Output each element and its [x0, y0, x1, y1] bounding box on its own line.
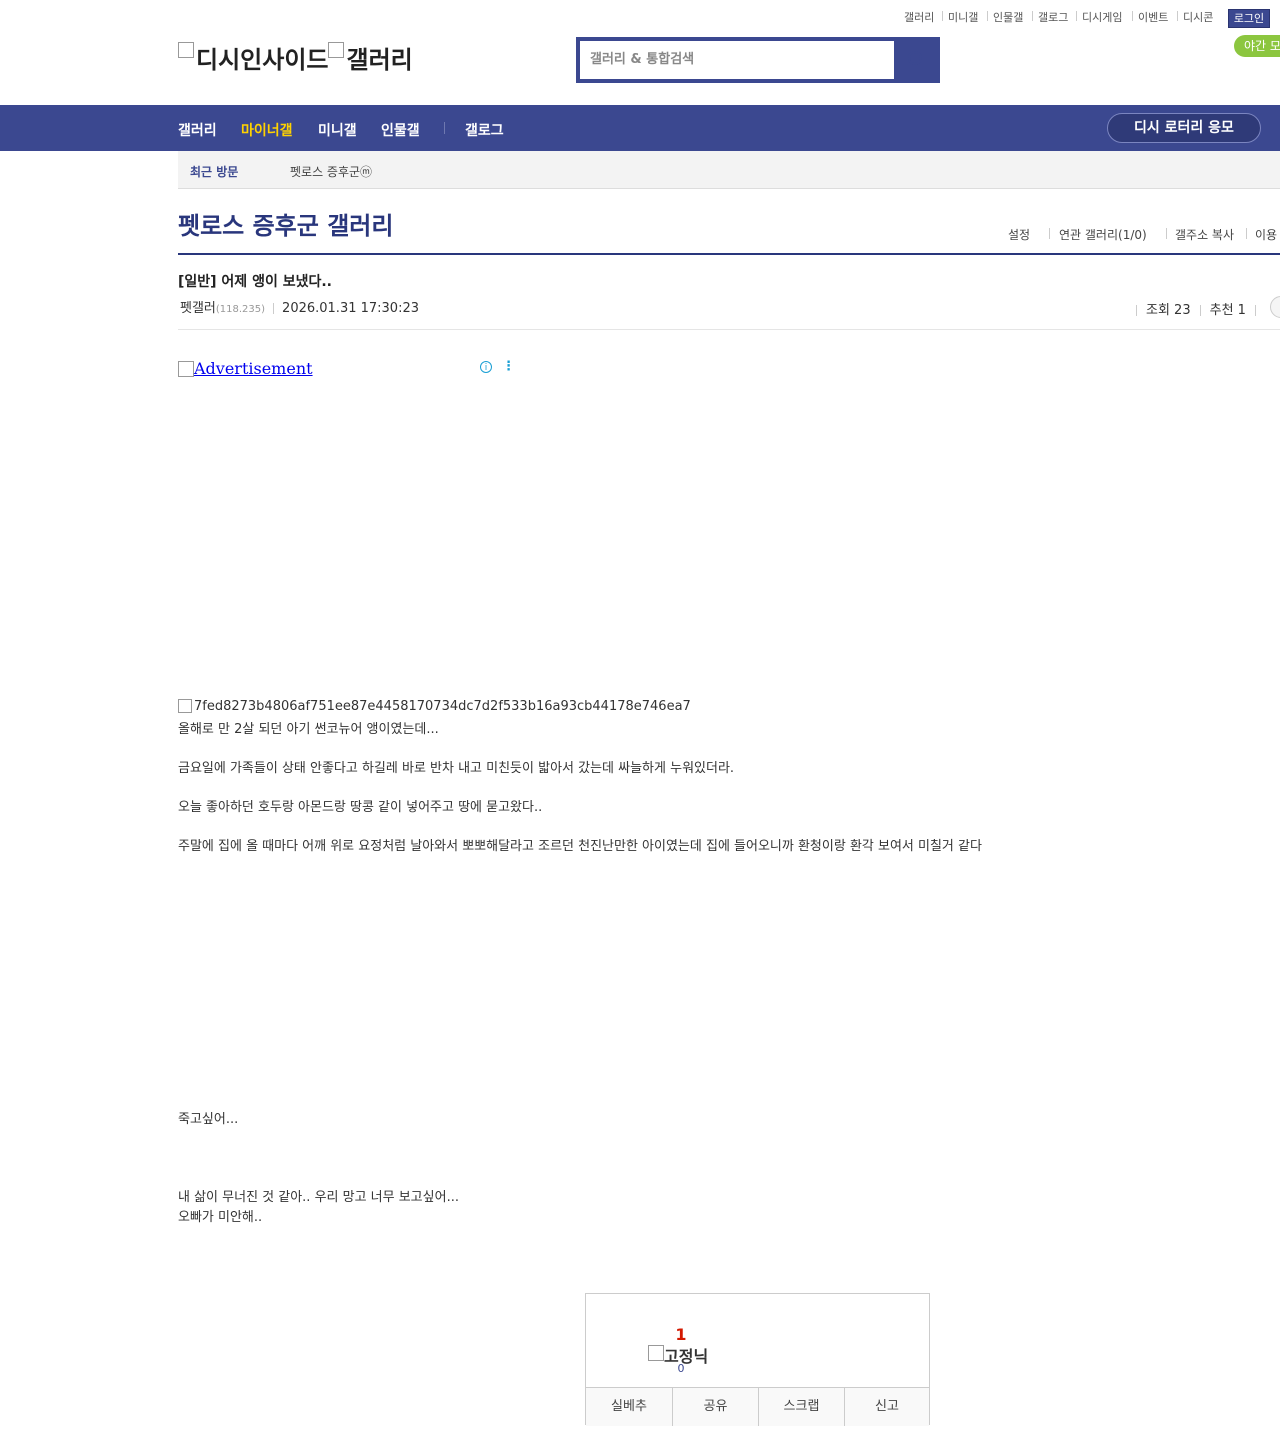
toplink-dccon[interactable]: 디시콘: [1183, 9, 1213, 25]
info-icon[interactable]: i: [480, 361, 492, 373]
more-options-button[interactable]: [1270, 296, 1280, 318]
fixed-nick-count: 0: [677, 1362, 685, 1375]
broken-image-icon: [178, 699, 192, 713]
recent-visit-item[interactable]: 펫로스 증후군ⓜ: [290, 163, 372, 180]
toplink-gallog[interactable]: 갤로그: [1038, 9, 1068, 25]
post-paragraph: 오빠가 미안해..: [178, 1210, 263, 1225]
recommend-box: 1 고정닉 0 실베추 공유 스크랩 신고: [585, 1293, 930, 1426]
nav-minigall[interactable]: 미니갤: [318, 120, 357, 140]
copy-gallery-url-link[interactable]: 갤주소 복사: [1175, 226, 1234, 243]
post-datetime: 2026.01.31 17:30:23: [282, 301, 419, 316]
divider: [1136, 305, 1137, 316]
divider: [987, 11, 988, 21]
post-meta: 펫갤러(118.235) 2026.01.31 17:30:23: [180, 297, 419, 316]
gallery-title[interactable]: 펫로스 증후군 갤러리: [178, 206, 393, 241]
divider: [1032, 11, 1033, 21]
divider: [1254, 305, 1256, 316]
divider: [178, 253, 1280, 255]
top-links: 갤러리 미니갤 인물갤 갤로그 디시게임 이벤트 디시콘: [0, 9, 1280, 27]
night-mode-toggle[interactable]: 야간 모: [1234, 35, 1280, 57]
post-stats: 조회 23 추천 1: [1136, 299, 1265, 318]
recent-visit-bar: 최근 방문 펫로스 증후군ⓜ: [178, 151, 1280, 189]
post-views: 조회 23: [1146, 303, 1191, 318]
search-button[interactable]: [898, 41, 936, 79]
post-paragraph: 죽고싶어...: [178, 1112, 239, 1127]
post-title: [일반] 어제 앵이 보냈다..: [178, 274, 332, 290]
divider: [1132, 11, 1133, 21]
lotto-button[interactable]: 디시 로터리 응모: [1107, 113, 1261, 143]
divider: [1076, 11, 1077, 21]
recent-visit-label[interactable]: 최근 방문: [190, 163, 238, 180]
toplink-persongall[interactable]: 인물갤: [993, 9, 1023, 25]
logo-site-text: 디시인사이드: [196, 46, 329, 74]
divider: [1246, 228, 1247, 239]
site-logo[interactable]: 디시인사이드 갤러리: [178, 40, 413, 75]
login-button[interactable]: 로그인: [1228, 9, 1270, 28]
search-input[interactable]: 갤러리 & 통합검색: [580, 41, 894, 79]
divider: [1199, 305, 1201, 316]
broken-image-icon: [178, 361, 194, 377]
nav-gallery[interactable]: 갤러리: [178, 120, 217, 140]
post-image[interactable]: 7fed8273b4806af751ee87e4458170734dc7d2f5…: [178, 699, 691, 714]
broken-image-icon: [178, 42, 194, 58]
advertisement-link[interactable]: Advertisement: [178, 359, 313, 378]
divider: [178, 329, 1280, 330]
divider: [1049, 228, 1050, 239]
divider: [273, 303, 275, 314]
divider: [1166, 228, 1167, 239]
toplink-gallery[interactable]: 갤러리: [904, 9, 934, 25]
post-recommend-count: 추천 1: [1209, 303, 1246, 318]
search-bar: 갤러리 & 통합검색: [576, 37, 940, 83]
post-paragraph: 금요일에 가족들이 상태 안좋다고 하길레 바로 반차 내고 미친듯이 밟아서 …: [178, 761, 735, 776]
toplink-minigall[interactable]: 미니갤: [948, 9, 978, 25]
post-author[interactable]: 펫갤러: [180, 301, 216, 316]
related-gallery-link[interactable]: 연관 갤러리(1/0): [1059, 226, 1147, 243]
post-paragraph: 내 삶이 무너진 것 같아.. 우리 망고 너무 보고싶어...: [178, 1190, 459, 1205]
recommend-up-count: 1: [675, 1325, 687, 1344]
post-paragraph: 올해로 만 2살 되던 아기 썬코뉴어 앵이였는데...: [178, 722, 439, 737]
toplink-event[interactable]: 이벤트: [1138, 9, 1168, 25]
toplink-dcgame[interactable]: 디시게임: [1082, 9, 1122, 25]
recommend-actions: 실베추 공유 스크랩 신고: [586, 1387, 929, 1426]
report-button[interactable]: 신고: [845, 1388, 929, 1426]
advertisement-alt: Advertisement: [194, 359, 313, 378]
scrap-button[interactable]: 스크랩: [759, 1388, 844, 1426]
nav-minorgall[interactable]: 마이너갤: [241, 120, 293, 140]
usage-link[interactable]: 이용: [1255, 226, 1277, 243]
divider: [444, 122, 445, 134]
divider: [942, 11, 943, 21]
nav-persongall[interactable]: 인물갤: [381, 120, 420, 140]
gallery-settings-link[interactable]: 설정: [1008, 226, 1030, 243]
logo-section-text: 갤러리: [346, 46, 413, 74]
search-icon: [908, 51, 922, 65]
more-vertical-icon[interactable]: ⋮: [502, 360, 515, 374]
post-paragraph: 오늘 좋아하던 호두랑 아몬드랑 땅콩 같이 넣어주고 땅에 묻고왔다..: [178, 800, 543, 815]
main-nav: 갤러리 마이너갤 미니갤 인물갤 갤로그 디시 로터리 응모: [0, 105, 1280, 151]
post-author-ip: (118.235): [215, 304, 266, 315]
share-button[interactable]: 공유: [673, 1388, 758, 1426]
post-image-alt: 7fed8273b4806af751ee87e4458170734dc7d2f5…: [194, 699, 691, 714]
best-recommend-button[interactable]: 실베추: [586, 1388, 672, 1426]
nav-gallog[interactable]: 갤로그: [465, 120, 504, 140]
post-paragraph: 주말에 집에 올 때마다 어깨 위로 요정처럼 날아와서 뽀뽀해달라고 조르던 …: [178, 839, 982, 854]
divider: [1177, 11, 1178, 21]
broken-image-icon: [328, 42, 345, 58]
broken-image-icon: [648, 1345, 664, 1361]
